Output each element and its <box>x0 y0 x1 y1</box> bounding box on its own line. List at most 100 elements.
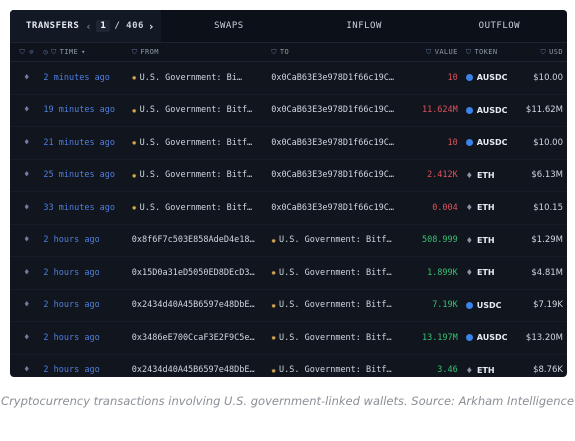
filter-icon: ⛉ <box>540 47 547 56</box>
from-cell[interactable]: ✹ U.S. Government: Bitf… <box>132 138 271 148</box>
table-row[interactable]: ♦ 25 minutes ago ✹ U.S. Government: Bitf… 0x… <box>10 160 567 192</box>
table-row[interactable]: ♦ 2 hours ago 0x8f6F7c503E858AdeD4e18… ✹ U.S… <box>10 225 567 257</box>
header-icons: ⛉ ⊘ <box>10 48 43 57</box>
usdc-token-icon <box>465 106 473 114</box>
table-row[interactable]: ♦ 19 minutes ago ✹ U.S. Government: Bitf… 0x… <box>10 95 567 127</box>
from-cell[interactable]: 0x2434d40A45B6597e48DbE… <box>132 300 271 310</box>
header-value[interactable]: ⛉ VALUE <box>409 48 458 57</box>
us-government-seal-icon: ✹ <box>131 138 137 148</box>
to-address: 0x0CaB63E3e978D1f66c19C… <box>271 72 395 83</box>
eth-icon: ♦ <box>465 365 473 375</box>
usd-cell: $7.19K <box>533 300 563 311</box>
link-icon[interactable]: ⊘ <box>29 48 34 56</box>
from-cell[interactable]: 0x2434d40A45B6597e48DbE… <box>132 365 271 375</box>
table-row[interactable]: ♦ 2 hours ago 0x3486eE700CcaF3E2F9C5e… ✹ U.S… <box>10 322 567 355</box>
time-cell[interactable]: 33 minutes ago <box>43 203 131 213</box>
value-cell: 3.46 <box>437 365 458 376</box>
usd-cell: $13.20M <box>525 332 563 343</box>
token-cell[interactable]: AUSDC <box>458 73 517 82</box>
tab-inflow[interactable]: INFLOW <box>297 10 432 42</box>
to-cell[interactable]: ✹ U.S. Government: Bitf… <box>271 235 408 245</box>
chevron-left-icon[interactable]: ‹ <box>85 20 92 33</box>
token-cell[interactable]: ♦ ETH <box>458 171 517 180</box>
time-cell[interactable]: 2 hours ago <box>43 365 131 375</box>
header-to[interactable]: ⛉ TO <box>271 48 408 57</box>
table-row[interactable]: ♦ 2 hours ago 0x2434d40A45B6597e48DbE… ✹ U.S… <box>10 290 567 322</box>
us-government-seal-icon: ✹ <box>131 105 137 115</box>
header-time-label: TIME <box>59 48 79 56</box>
time-cell[interactable]: 19 minutes ago <box>43 105 131 115</box>
to-cell[interactable]: 0x0CaB63E3e978D1f66c19C… <box>271 203 408 213</box>
from-cell[interactable]: ✹ U.S. Government: Bitf… <box>132 203 271 213</box>
to-cell[interactable]: ✹ U.S. Government: Bitf… <box>271 300 408 310</box>
to-cell[interactable]: ✹ U.S. Government: Bitf… <box>271 365 408 375</box>
from-cell[interactable]: ✹ U.S. Government: Bitf… <box>132 105 271 115</box>
row-type-cell: ♦ <box>10 300 43 310</box>
us-government-seal-icon: ✹ <box>131 73 137 83</box>
time-cell[interactable]: 2 minutes ago <box>43 73 131 83</box>
header-from[interactable]: ⛉ FROM <box>132 48 271 57</box>
eth-chain-icon: ♦ <box>23 365 30 376</box>
to-cell[interactable]: 0x0CaB63E3e978D1f66c19C… <box>271 138 408 148</box>
value-cell: 508.999 <box>421 235 458 246</box>
token-cell[interactable]: ♦ ETH <box>458 268 517 277</box>
to-cell[interactable]: 0x0CaB63E3e978D1f66c19C… <box>271 73 408 83</box>
token-cell[interactable]: USDC <box>458 301 517 310</box>
time-cell[interactable]: 2 hours ago <box>43 235 131 245</box>
to-cell[interactable]: ✹ U.S. Government: Bitf… <box>271 268 408 278</box>
from-cell[interactable]: ✹ U.S. Government: Bitf… <box>132 170 271 180</box>
usd-cell: $6.13M <box>531 170 563 181</box>
tab-swaps-label: SWAPS <box>214 21 244 31</box>
eth-icon: ♦ <box>465 203 473 213</box>
token-cell[interactable]: AUSDC <box>458 333 517 342</box>
token-symbol: AUSDC <box>476 333 508 343</box>
header-usd-label: USD <box>549 48 563 56</box>
row-type-cell: ♦ <box>10 235 43 245</box>
us-government-seal-icon: ✹ <box>271 365 277 375</box>
us-government-seal-icon: ✹ <box>271 235 277 245</box>
table-row[interactable]: ♦ 33 minutes ago ✹ U.S. Government: Bitf… 0x… <box>10 192 567 225</box>
token-cell[interactable]: ♦ ETH <box>458 203 517 212</box>
from-cell[interactable]: 0x8f6F7c503E858AdeD4e18… <box>132 235 271 245</box>
to-cell[interactable]: 0x0CaB63E3e978D1f66c19C… <box>271 170 408 180</box>
filter-icon[interactable]: ⛉ <box>20 48 26 57</box>
page-current[interactable]: 1 <box>96 20 111 32</box>
token-cell[interactable]: ♦ ETH <box>458 236 517 245</box>
filter-icon: ⛉ <box>51 47 57 56</box>
value-cell: 7.19K <box>432 300 458 311</box>
time-cell[interactable]: 21 minutes ago <box>43 138 131 148</box>
token-cell[interactable]: AUSDC <box>458 138 517 147</box>
table-row[interactable]: ♦ 21 minutes ago ✹ U.S. Government: Bitf… 0x… <box>10 127 567 160</box>
usdc-token-icon <box>465 334 473 342</box>
header-token[interactable]: ⛉ TOKEN <box>458 48 517 57</box>
from-address: U.S. Government: Bitf… <box>139 105 253 116</box>
header-time[interactable]: ◷ ⛉ TIME ▾ <box>43 48 131 57</box>
filter-icon: ⛉ <box>271 47 277 56</box>
time-cell[interactable]: 2 hours ago <box>43 268 131 278</box>
header-usd[interactable]: ⛉ USD <box>517 48 567 57</box>
tab-swaps[interactable]: SWAPS <box>161 10 296 42</box>
row-type-cell: ♦ <box>10 268 43 278</box>
from-cell[interactable]: 0x15D0a31eD5050ED8DEcD3… <box>132 268 271 278</box>
token-cell[interactable]: ♦ ETH <box>458 366 517 375</box>
time-cell[interactable]: 25 minutes ago <box>43 170 131 180</box>
table-row[interactable]: ♦ 2 minutes ago ✹ U.S. Government: Bi… 0x0Ca… <box>10 62 567 95</box>
token-symbol: ETH <box>476 365 495 375</box>
token-cell[interactable]: AUSDC <box>458 106 517 115</box>
from-cell[interactable]: 0x3486eE700CcaF3E2F9C5e… <box>132 333 271 343</box>
from-cell[interactable]: ✹ U.S. Government: Bi… <box>132 73 271 83</box>
tab-outflow[interactable]: OUTFLOW <box>432 10 567 42</box>
table-row[interactable]: ♦ 2 hours ago 0x15D0a31eD5050ED8DEcD3… ✹ U.S… <box>10 257 567 290</box>
to-address: U.S. Government: Bitf… <box>279 235 392 246</box>
header-token-label: TOKEN <box>474 48 498 56</box>
tab-transfers[interactable]: TRANSFERS ‹ 1 / 406 › <box>10 10 162 42</box>
to-cell[interactable]: 0x0CaB63E3e978D1f66c19C… <box>271 105 408 115</box>
time-cell[interactable]: 2 hours ago <box>43 300 131 310</box>
row-type-cell: ♦ <box>10 365 43 375</box>
time-cell[interactable]: 2 hours ago <box>43 333 131 343</box>
table-row[interactable]: ♦ 2 hours ago 0x2434d40A45B6597e48DbE… ✹ U.S… <box>10 355 567 378</box>
chevron-right-icon[interactable]: › <box>148 20 155 33</box>
usd-cell: $10.00 <box>533 72 563 83</box>
to-cell[interactable]: ✹ U.S. Government: Bitf… <box>271 333 408 343</box>
usd-cell: $10.15 <box>533 202 563 213</box>
